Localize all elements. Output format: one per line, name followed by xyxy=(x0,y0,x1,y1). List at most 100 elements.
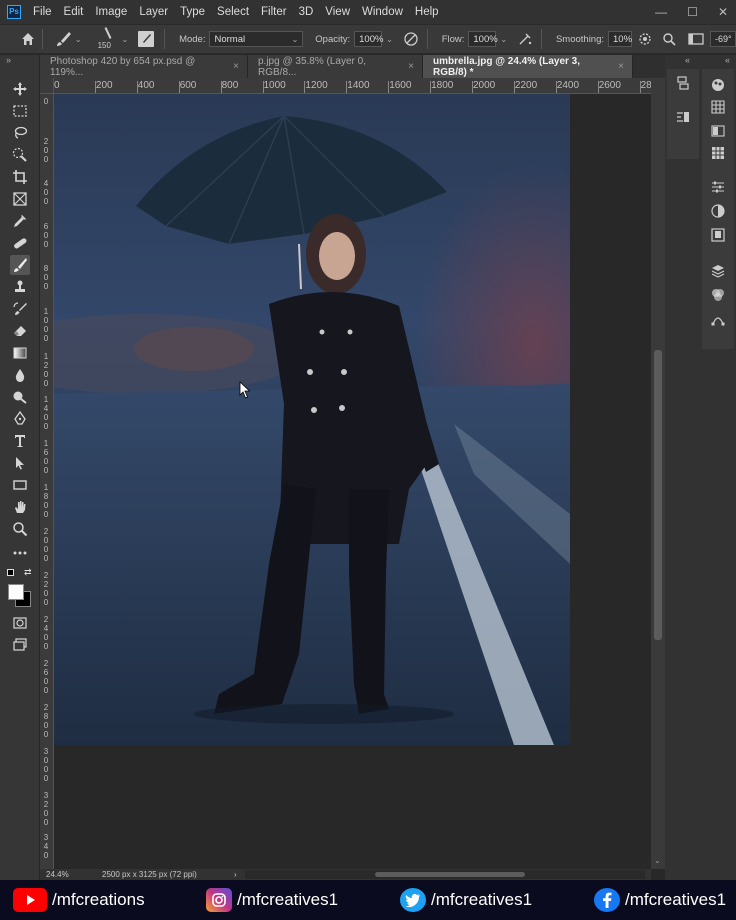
tab-p-jpg[interactable]: p.jpg @ 35.8% (Layer 0, RGB/8... × xyxy=(248,55,423,78)
search-icon[interactable] xyxy=(662,32,676,46)
ruler-tick-label: 0 xyxy=(43,756,49,765)
zoom-level[interactable]: 24.4% xyxy=(46,870,96,879)
menu-3d[interactable]: 3D xyxy=(293,0,320,24)
scroll-down-arrow[interactable]: ⌄ xyxy=(654,856,661,865)
crop-tool-icon[interactable] xyxy=(10,167,30,187)
healing-brush-tool-icon[interactable] xyxy=(10,233,30,253)
close-window-button[interactable]: ✕ xyxy=(718,5,728,19)
menu-image[interactable]: Image xyxy=(89,0,133,24)
lasso-tool-icon[interactable] xyxy=(10,123,30,143)
brush-settings-panel-icon[interactable] xyxy=(675,109,691,125)
layers-panel-icon[interactable] xyxy=(710,263,726,279)
brush-tool-preset-icon[interactable] xyxy=(55,31,73,47)
more-tools-icon[interactable] xyxy=(10,543,30,563)
airbrush-icon[interactable] xyxy=(517,31,533,47)
adjustments-panel-icon[interactable] xyxy=(710,179,726,195)
flow-field[interactable]: 100% xyxy=(468,31,498,47)
brush-settings-icon[interactable] xyxy=(138,31,155,47)
menu-edit[interactable]: Edit xyxy=(58,0,90,24)
smoothing-options-icon[interactable] xyxy=(638,32,652,46)
horizontal-scrollbar[interactable] xyxy=(244,870,645,879)
swatches-panel-icon[interactable] xyxy=(710,99,726,115)
tab-photoshop-420[interactable]: Photoshop 420 by 654 px.psd @ 119%... × xyxy=(40,55,248,78)
close-tab-icon[interactable]: × xyxy=(618,61,624,72)
chevron-down-icon[interactable]: ⌄ xyxy=(500,35,507,44)
path-selection-tool-icon[interactable] xyxy=(10,453,30,473)
pen-tool-icon[interactable] xyxy=(10,409,30,429)
menu-filter[interactable]: Filter xyxy=(255,0,293,24)
brush-angle-field[interactable]: -69° xyxy=(710,31,736,47)
pressure-opacity-icon[interactable] xyxy=(403,31,419,47)
eyedropper-tool-icon[interactable] xyxy=(10,211,30,231)
youtube-link[interactable]: /mfcreations xyxy=(13,888,145,912)
gradient-tool-icon[interactable] xyxy=(10,343,30,363)
menu-select[interactable]: Select xyxy=(211,0,255,24)
clone-stamp-tool-icon[interactable] xyxy=(10,277,30,297)
quick-mask-icon[interactable] xyxy=(10,613,30,633)
libraries-panel-icon[interactable] xyxy=(710,227,726,243)
menu-file[interactable]: File xyxy=(27,0,58,24)
close-tab-icon[interactable]: × xyxy=(233,61,239,72)
status-menu-arrow[interactable]: › xyxy=(234,870,237,879)
marquee-tool-icon[interactable] xyxy=(10,101,30,121)
close-tab-icon[interactable]: × xyxy=(408,61,414,72)
collapse-panel-icon[interactable]: » xyxy=(6,55,11,65)
eraser-tool-icon[interactable] xyxy=(10,321,30,341)
chevron-down-icon[interactable]: ⌄ xyxy=(75,35,82,44)
maximize-button[interactable]: ☐ xyxy=(687,5,698,19)
ruler-tick-label: 2 xyxy=(43,659,49,668)
quick-selection-tool-icon[interactable] xyxy=(10,145,30,165)
channels-panel-icon[interactable] xyxy=(710,287,726,303)
properties-panel-icon[interactable] xyxy=(710,203,726,219)
ruler-tick-label: 1 xyxy=(43,483,49,492)
menu-help[interactable]: Help xyxy=(409,0,445,24)
rectangle-tool-icon[interactable] xyxy=(10,475,30,495)
foreground-color-swatch[interactable] xyxy=(8,584,24,600)
ruler-tick-mark xyxy=(555,81,557,93)
type-tool-icon[interactable] xyxy=(10,431,30,451)
ruler-tick-label: 2600 xyxy=(598,80,621,91)
screen-mode-icon[interactable] xyxy=(10,635,30,655)
default-colors-icon[interactable] xyxy=(7,569,14,576)
patterns-panel-icon[interactable] xyxy=(710,145,726,161)
canvas-image[interactable] xyxy=(54,94,570,745)
menu-view[interactable]: View xyxy=(319,0,356,24)
blur-tool-icon[interactable] xyxy=(10,365,30,385)
scrollbar-thumb[interactable] xyxy=(374,872,525,877)
frame-tool-icon[interactable] xyxy=(10,189,30,209)
options-bar: ⌄ 150 ⌄ Mode: Normal ⌄ Opacity: 100% ⌄ F… xyxy=(0,24,736,54)
zoom-tool-icon[interactable] xyxy=(10,519,30,539)
gradients-panel-icon[interactable] xyxy=(710,123,726,139)
chevron-down-icon[interactable]: ⌄ xyxy=(122,35,129,44)
workspace-icon[interactable] xyxy=(688,32,704,46)
history-panel-icon[interactable] xyxy=(675,75,691,91)
smoothing-field[interactable]: 10% xyxy=(608,31,632,47)
twitter-link[interactable]: /mfcreatives1 xyxy=(400,888,532,912)
menu-type[interactable]: Type xyxy=(174,0,211,24)
hand-tool-icon[interactable] xyxy=(10,497,30,517)
brush-tool-icon[interactable] xyxy=(10,255,30,275)
home-icon[interactable] xyxy=(20,31,36,47)
minimize-button[interactable]: — xyxy=(655,5,667,19)
brush-size-picker[interactable]: 150 xyxy=(96,25,120,53)
chevron-down-icon[interactable]: ⌄ xyxy=(386,35,393,44)
history-brush-tool-icon[interactable] xyxy=(10,299,30,319)
scrollbar-thumb[interactable] xyxy=(654,350,662,640)
document-tabs: Photoshop 420 by 654 px.psd @ 119%... × … xyxy=(40,55,665,78)
collapse-dock-icon[interactable]: « xyxy=(685,55,690,65)
vertical-scrollbar[interactable]: ⌄ xyxy=(651,78,665,869)
collapse-dock-icon[interactable]: « xyxy=(725,55,730,65)
move-tool-icon[interactable] xyxy=(10,79,30,99)
menu-window[interactable]: Window xyxy=(356,0,409,24)
mode-select[interactable]: Normal ⌄ xyxy=(209,31,304,47)
paths-panel-icon[interactable] xyxy=(710,311,726,327)
ruler-origin[interactable] xyxy=(40,78,54,94)
swap-colors-icon[interactable]: ⇄ xyxy=(24,567,32,578)
opacity-field[interactable]: 100% xyxy=(354,31,383,47)
dodge-tool-icon[interactable] xyxy=(10,387,30,407)
tab-umbrella-jpg[interactable]: umbrella.jpg @ 24.4% (Layer 3, RGB/8) * … xyxy=(423,55,633,78)
instagram-link[interactable]: /mfcreatives1 xyxy=(206,888,338,912)
facebook-link[interactable]: /mfcreatives1 xyxy=(594,888,726,912)
menu-layer[interactable]: Layer xyxy=(133,0,174,24)
color-panel-icon[interactable] xyxy=(710,77,726,93)
